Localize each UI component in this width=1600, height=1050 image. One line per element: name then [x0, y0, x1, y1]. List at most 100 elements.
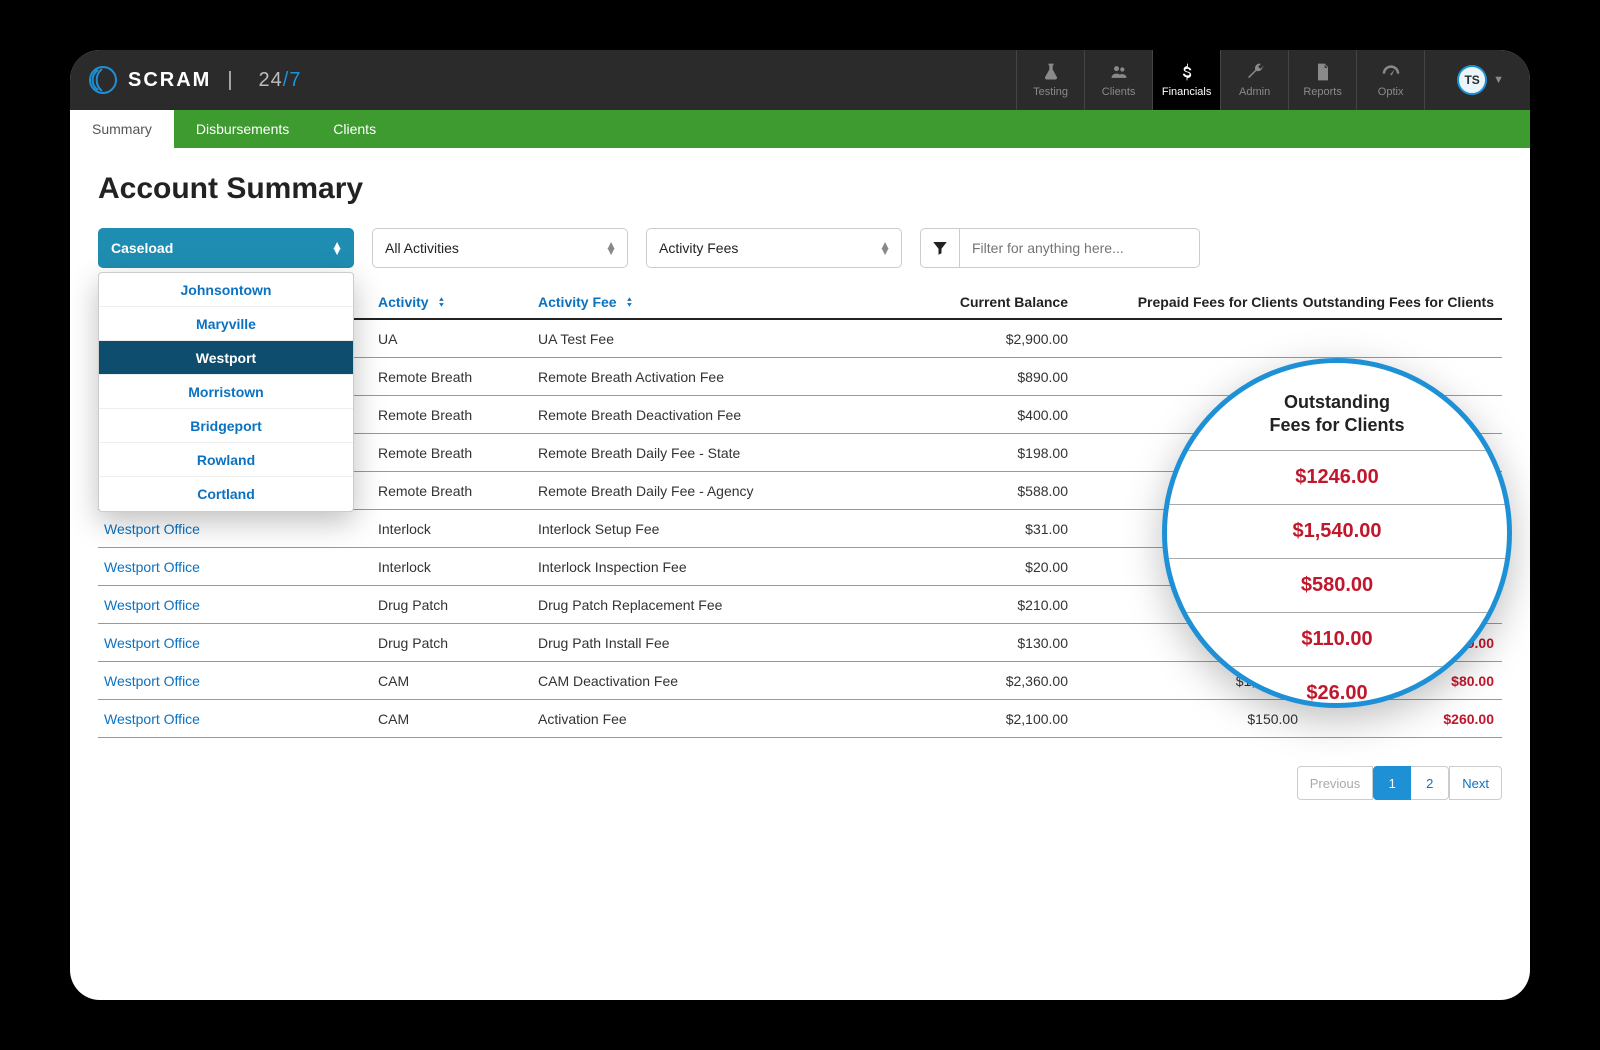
nav-clients[interactable]: Clients	[1084, 50, 1152, 110]
funnel-icon	[931, 239, 949, 257]
caseload-link[interactable]: Westport Office	[104, 521, 200, 537]
caseload-link[interactable]: Westport Office	[104, 635, 200, 651]
page-number[interactable]: 1	[1373, 766, 1411, 800]
filter-search	[920, 228, 1200, 268]
cell-balance: $588.00	[868, 483, 1068, 499]
sort-icon	[435, 295, 449, 309]
content-area: Account Summary Caseload ▲▼ JohnsontownM…	[70, 148, 1530, 818]
sort-icon	[623, 295, 637, 309]
col-prepaid: Prepaid Fees for Clients	[1068, 294, 1298, 310]
people-icon	[1109, 62, 1129, 82]
tab-disbursements[interactable]: Disbursements	[174, 110, 311, 148]
sort-caret-icon: ▲▼	[879, 242, 891, 254]
cell-fee: Activation Fee	[538, 711, 868, 727]
magnifier-value: $580.00	[1167, 558, 1507, 612]
caseload-link[interactable]: Westport Office	[104, 711, 200, 727]
cell-activity: Drug Patch	[378, 597, 538, 613]
filter-icon[interactable]	[920, 228, 960, 268]
cell-activity: Interlock	[378, 559, 538, 575]
caseload-dropdown[interactable]: Caseload ▲▼	[98, 228, 354, 268]
fees-dropdown[interactable]: Activity Fees ▲▼	[646, 228, 902, 268]
sort-caret-icon: ▲▼	[605, 242, 617, 254]
filter-input[interactable]	[960, 228, 1200, 268]
app-window: SCRAM | 24/7 Testing Clients Financials	[70, 50, 1530, 1000]
caseload-link[interactable]: Westport Office	[104, 673, 200, 689]
col-activity[interactable]: Activity	[378, 294, 538, 310]
cell-activity: Remote Breath	[378, 483, 538, 499]
cell-balance: $2,900.00	[868, 331, 1068, 347]
user-avatar: TS	[1457, 65, 1487, 95]
sort-caret-icon: ▲▼	[331, 242, 343, 254]
page-number[interactable]: 2	[1411, 766, 1449, 800]
brand-name: SCRAM	[128, 69, 211, 92]
cell-activity: Remote Breath	[378, 445, 538, 461]
pagination: Previous 12 Next	[98, 766, 1502, 800]
cell-activity: UA	[378, 331, 538, 347]
cell-activity: CAM	[378, 711, 538, 727]
brand-sub: 24/7	[259, 69, 302, 92]
caseload-option[interactable]: Johnsontown	[99, 273, 353, 307]
cell-fee: Remote Breath Daily Fee - State	[538, 445, 868, 461]
caseload-menu: JohnsontownMaryvilleWestportMorristownBr…	[98, 272, 354, 512]
top-nav: Testing Clients Financials Admin Reports…	[1016, 50, 1424, 110]
magnifier-value: $26.00	[1167, 666, 1507, 708]
cell-activity: Remote Breath	[378, 369, 538, 385]
magnifier-value: $110.00	[1167, 612, 1507, 666]
cell-fee: Drug Path Install Fee	[538, 635, 868, 651]
nav-reports[interactable]: Reports	[1288, 50, 1356, 110]
magnifier-callout: Outstanding Fees for Clients $1246.00$1,…	[1162, 358, 1512, 708]
cell-balance: $2,360.00	[868, 673, 1068, 689]
cell-fee: UA Test Fee	[538, 331, 868, 347]
cell-balance: $400.00	[868, 407, 1068, 423]
cell-fee: Remote Breath Deactivation Fee	[538, 407, 868, 423]
cell-balance: $130.00	[868, 635, 1068, 651]
nav-financials[interactable]: Financials	[1152, 50, 1220, 110]
caseload-option[interactable]: Maryville	[99, 307, 353, 341]
cell-activity: Drug Patch	[378, 635, 538, 651]
cell-activity: CAM	[378, 673, 538, 689]
page-prev[interactable]: Previous	[1297, 766, 1374, 800]
page-title: Account Summary	[98, 172, 1502, 206]
nav-testing[interactable]: Testing	[1016, 50, 1084, 110]
caseload-option[interactable]: Bridgeport	[99, 409, 353, 443]
topbar: SCRAM | 24/7 Testing Clients Financials	[70, 50, 1530, 110]
cell-outstanding: $260.00	[1298, 711, 1502, 727]
caseload-option[interactable]: Rowland	[99, 443, 353, 477]
cell-balance: $2,100.00	[868, 711, 1068, 727]
cell-fee: Interlock Setup Fee	[538, 521, 868, 537]
cell-balance: $31.00	[868, 521, 1068, 537]
brand-separator: |	[227, 69, 234, 92]
cell-activity: Remote Breath	[378, 407, 538, 423]
nav-optix[interactable]: Optix	[1356, 50, 1424, 110]
tab-summary[interactable]: Summary	[70, 110, 174, 148]
cell-balance: $210.00	[868, 597, 1068, 613]
wrench-icon	[1245, 62, 1265, 82]
caseload-option[interactable]: Cortland	[99, 477, 353, 511]
logo-icon	[88, 65, 118, 95]
cell-fee: CAM Deactivation Fee	[538, 673, 868, 689]
caseload-link[interactable]: Westport Office	[104, 597, 200, 613]
gauge-icon	[1381, 62, 1401, 82]
nav-admin[interactable]: Admin	[1220, 50, 1288, 110]
cell-prepaid: $150.00	[1068, 711, 1298, 727]
cell-fee: Drug Patch Replacement Fee	[538, 597, 868, 613]
user-menu[interactable]: TS ▼	[1424, 50, 1518, 110]
magnifier-value: $1,540.00	[1167, 504, 1507, 558]
caseload-option[interactable]: Morristown	[99, 375, 353, 409]
cell-balance: $890.00	[868, 369, 1068, 385]
col-balance: Current Balance	[868, 294, 1068, 310]
caseload-link[interactable]: Westport Office	[104, 559, 200, 575]
cell-fee: Remote Breath Daily Fee - Agency	[538, 483, 868, 499]
cell-balance: $198.00	[868, 445, 1068, 461]
table-row: Westport Office CAMActivation Fee$2,100.0…	[98, 700, 1502, 738]
dollar-icon	[1177, 62, 1197, 82]
cell-fee: Interlock Inspection Fee	[538, 559, 868, 575]
sub-nav: Summary Disbursements Clients	[70, 110, 1530, 148]
col-outstanding: Outstanding Fees for Clients	[1298, 294, 1502, 310]
page-next[interactable]: Next	[1449, 766, 1502, 800]
col-activity-fee[interactable]: Activity Fee	[538, 294, 868, 310]
activities-dropdown[interactable]: All Activities ▲▼	[372, 228, 628, 268]
tab-clients[interactable]: Clients	[311, 110, 398, 148]
caseload-option[interactable]: Westport	[99, 341, 353, 375]
filters-row: Caseload ▲▼ JohnsontownMaryvilleWestport…	[98, 228, 1502, 268]
